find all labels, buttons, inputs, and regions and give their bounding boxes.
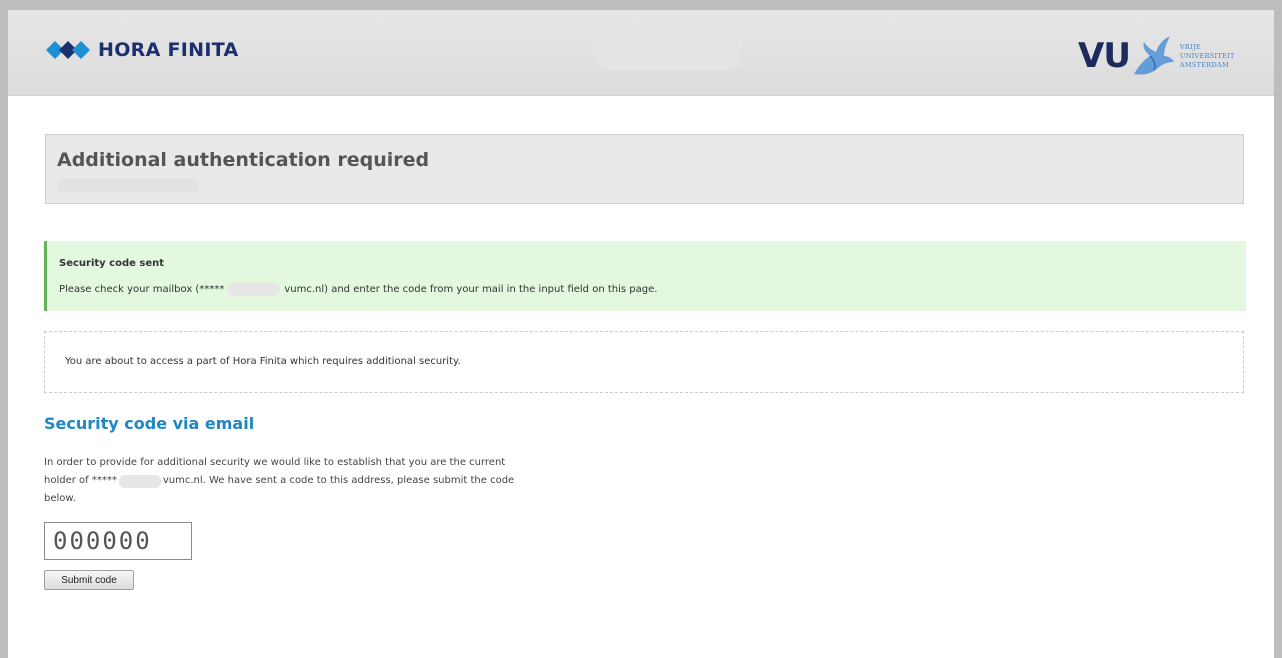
paragraph-line2-suffix: vumc.nl. We have sent a code to this add… [162, 475, 515, 486]
submit-code-button[interactable]: Submit code [44, 570, 134, 590]
paragraph-line: holder of ***** vumc.nl. We have sent a … [44, 472, 604, 490]
griffin-icon [1133, 36, 1174, 75]
site-header: HORA FINITA VU VRIJE UNIVERSITEIT AMSTER… [8, 10, 1274, 96]
brand-name: HORA FINITA [98, 39, 239, 61]
alert-message-prefix: Please check your mailbox (***** [59, 284, 225, 295]
security-code-input[interactable] [44, 522, 192, 560]
browser-page: HORA FINITA VU VRIJE UNIVERSITEIT AMSTER… [8, 10, 1274, 658]
instructions-paragraph: In order to provide for additional secur… [44, 454, 604, 508]
notice-text: You are about to access a part of Hora F… [65, 356, 461, 367]
vu-caption: VRIJE UNIVERSITEIT AMSTERDAM [1180, 43, 1235, 70]
alert-message: Please check your mailbox (***** vumc.nl… [59, 283, 657, 296]
redacted-email [118, 474, 161, 488]
section-heading: Security code via email [44, 414, 255, 433]
page-title-box: Additional authentication required [45, 134, 1244, 204]
paragraph-line: In order to provide for additional secur… [44, 457, 506, 468]
paragraph-line: below. [44, 493, 76, 504]
page-title: Additional authentication required [57, 149, 430, 171]
vu-caption-line: VRIJE [1179, 42, 1201, 51]
hora-finita-logo[interactable]: HORA FINITA [46, 38, 239, 62]
vu-amsterdam-logo[interactable]: VU VRIJE UNIVERSITEIT AMSTERDAM [1078, 34, 1235, 78]
vu-abbr: VU [1078, 36, 1131, 76]
hora-finita-diamond-icon [46, 41, 90, 59]
paragraph-line2-prefix: holder of ***** [44, 475, 117, 486]
info-notice: You are about to access a part of Hora F… [44, 331, 1244, 393]
vu-caption-line: AMSTERDAM [1179, 60, 1229, 69]
vu-caption-line: UNIVERSITEIT [1179, 51, 1235, 60]
success-alert: Security code sent Please check your mai… [44, 241, 1246, 311]
alert-title: Security code sent [59, 258, 165, 269]
redacted-subtitle [57, 179, 199, 192]
alert-message-suffix: vumc.nl) and enter the code from your ma… [284, 284, 658, 295]
redacted-area [593, 22, 741, 70]
redacted-email [228, 283, 281, 296]
